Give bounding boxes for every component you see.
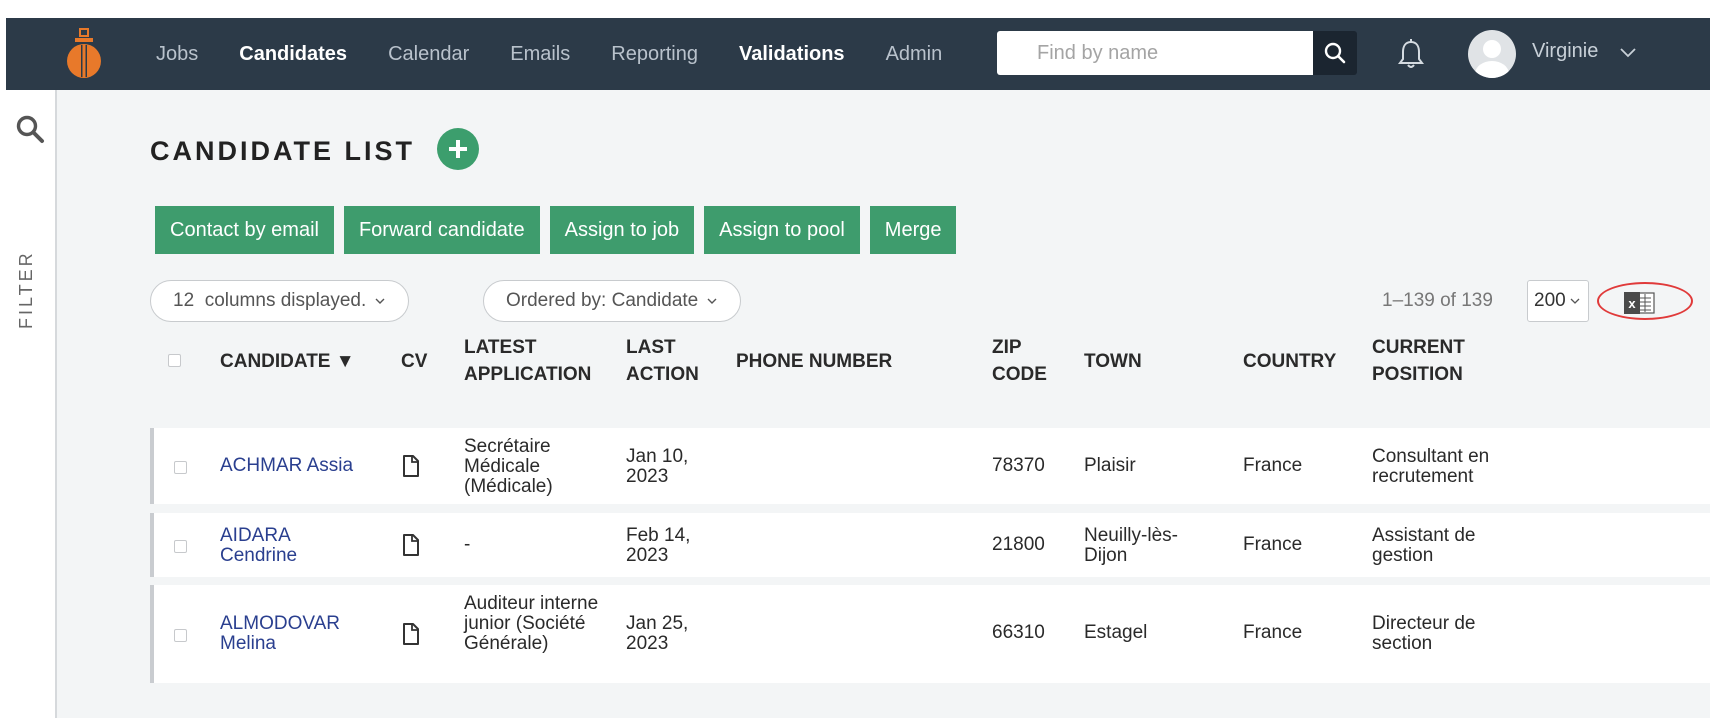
chevron-down-icon <box>1570 298 1580 304</box>
pagination-count: 1–139 of 139 <box>1382 290 1493 311</box>
forward-candidate-button[interactable]: Forward candidate <box>343 206 540 254</box>
avatar-silhouette-icon <box>1475 40 1509 78</box>
avatar[interactable] <box>1468 30 1516 78</box>
ordered-by-label: Ordered by: Candidate <box>506 290 699 311</box>
zip-code: 21800 <box>992 534 1045 555</box>
nav-calendar[interactable]: Calendar <box>388 43 469 66</box>
header-phone-number[interactable]: PHONE NUMBER <box>736 348 892 375</box>
excel-export-icon[interactable]: x <box>1623 291 1657 315</box>
latest-application: Secrétaire Médicale (Médicale) <box>464 436 553 497</box>
nav-emails[interactable]: Emails <box>510 43 570 66</box>
per-page-select[interactable]: 200 <box>1527 280 1589 322</box>
header-zip-code[interactable]: ZIP CODE <box>992 334 1062 388</box>
main-nav: Jobs Candidates Calendar Emails Reportin… <box>156 18 983 90</box>
filter-toggle[interactable]: FILTER <box>16 240 40 340</box>
nav-admin[interactable]: Admin <box>886 43 943 66</box>
current-position: Consultant en recrutement <box>1372 446 1490 487</box>
user-name[interactable]: Virginie <box>1532 40 1598 63</box>
chevron-down-icon <box>375 298 385 304</box>
columns-displayed-label: 12 columns displayed. <box>173 290 367 311</box>
row-checkbox[interactable] <box>174 629 187 642</box>
table-row[interactable]: ACHMAR Assia Secrétaire Médicale (Médica… <box>150 428 1710 504</box>
header-last-action[interactable]: LAST ACTION <box>626 334 716 388</box>
current-position: Assistant de gestion <box>1372 525 1476 566</box>
header-town[interactable]: TOWN <box>1084 348 1142 375</box>
candidate-name-link[interactable]: AIDARA Cendrine <box>220 526 330 566</box>
select-all-checkbox[interactable] <box>168 354 181 367</box>
table-row[interactable]: ALMODOVAR Melina Auditeur interne junior… <box>150 585 1710 683</box>
chevron-down-icon <box>707 298 717 304</box>
table-header: CANDIDATE ▼ CV LATEST APPLICATION LAST A… <box>150 322 1710 400</box>
header-latest-application[interactable]: LATEST APPLICATION <box>464 334 614 388</box>
candidate-name-link[interactable]: ACHMAR Assia <box>220 456 380 476</box>
table-row[interactable]: AIDARA Cendrine - Feb 14, 2023 21800 Neu… <box>150 513 1710 577</box>
bell-icon[interactable] <box>1396 38 1426 70</box>
row-checkbox[interactable] <box>174 461 187 474</box>
plus-icon <box>449 140 467 158</box>
candidate-name-link[interactable]: ALMODOVAR Melina <box>220 614 360 654</box>
filter-search-icon[interactable] <box>15 114 45 144</box>
action-toolbar: Contact by email Forward candidate Assig… <box>155 206 966 254</box>
cv-document-icon[interactable] <box>402 623 420 645</box>
header-candidate[interactable]: CANDIDATE ▼ <box>220 348 355 375</box>
page-title: CANDIDATE LIST <box>150 136 415 166</box>
cv-document-icon[interactable] <box>402 534 420 556</box>
main-content: CANDIDATE LIST Contact by email Forward … <box>57 90 1710 718</box>
header-country[interactable]: COUNTRY <box>1243 348 1336 375</box>
search-input[interactable] <box>997 31 1313 75</box>
assign-to-job-button[interactable]: Assign to job <box>549 206 695 254</box>
latest-application: Auditeur interne junior (Société Général… <box>464 593 599 654</box>
current-position: Directeur de section <box>1372 613 1476 654</box>
country: France <box>1243 534 1303 555</box>
zip-code: 78370 <box>992 455 1045 476</box>
latest-application: - <box>464 534 471 555</box>
add-candidate-button[interactable] <box>437 128 479 170</box>
contact-by-email-button[interactable]: Contact by email <box>155 206 334 254</box>
top-navigation-bar: Jobs Candidates Calendar Emails Reportin… <box>6 18 1710 90</box>
search-icon <box>1324 42 1346 64</box>
cv-document-icon[interactable] <box>402 455 420 477</box>
last-action: Feb 14, 2023 <box>626 525 691 566</box>
svg-text:x: x <box>1628 296 1636 311</box>
excel-export-highlight: x <box>1597 282 1693 320</box>
nav-candidates[interactable]: Candidates <box>239 43 347 66</box>
nav-validations[interactable]: Validations <box>739 43 845 66</box>
nav-jobs[interactable]: Jobs <box>156 43 198 66</box>
country: France <box>1243 622 1303 643</box>
row-checkbox[interactable] <box>174 540 187 553</box>
header-current-position[interactable]: CURRENT POSITION <box>1372 334 1502 388</box>
ordered-by-dropdown[interactable]: Ordered by: Candidate <box>483 280 742 322</box>
per-page-value: 200 <box>1534 290 1566 311</box>
chevron-down-icon[interactable] <box>1618 42 1638 62</box>
town: Neuilly-lès-Dijon <box>1084 525 1178 566</box>
filter-sidebar: FILTER <box>0 90 57 718</box>
logo-icon[interactable] <box>64 28 104 80</box>
town: Estagel <box>1084 622 1148 643</box>
country: France <box>1243 455 1303 476</box>
merge-button[interactable]: Merge <box>869 206 957 254</box>
header-cv[interactable]: CV <box>401 348 427 375</box>
last-action: Jan 25, 2023 <box>626 613 689 654</box>
assign-to-pool-button[interactable]: Assign to pool <box>704 206 860 254</box>
search-button[interactable] <box>1313 31 1357 75</box>
last-action: Jan 10, 2023 <box>626 446 689 487</box>
columns-displayed-dropdown[interactable]: 12 columns displayed. <box>150 280 410 322</box>
nav-reporting[interactable]: Reporting <box>611 43 698 66</box>
town: Plaisir <box>1084 455 1136 476</box>
zip-code: 66310 <box>992 622 1045 643</box>
